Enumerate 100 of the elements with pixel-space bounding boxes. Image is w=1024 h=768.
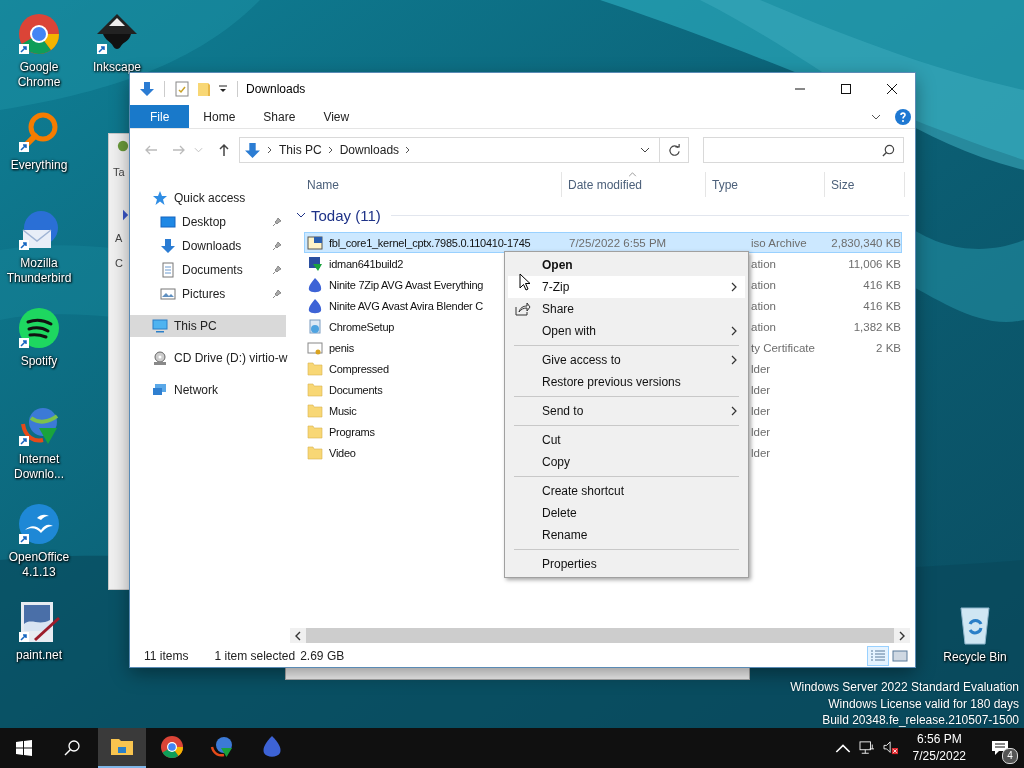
file-name: fbl_core1_kernel_cptx.7985.0.110410-1745 (329, 236, 531, 249)
file-name: Ninite AVG Avast Avira Blender C (329, 299, 484, 312)
size-cell: 11,006 KB (848, 257, 901, 270)
license-notice: Build 20348.fe_release.210507-1500 (822, 712, 1019, 729)
search-field[interactable] (703, 137, 904, 163)
desktop-icon-label[interactable]: Recycle Bin (938, 650, 1012, 665)
menu-item[interactable]: Delete (508, 502, 745, 524)
speaker-icon[interactable] (882, 741, 899, 755)
file-icon (307, 276, 323, 293)
chevron-icon[interactable] (327, 146, 334, 154)
type-cell: lder (751, 404, 771, 417)
chevron-icon[interactable] (640, 147, 650, 153)
menu-item[interactable]: Create shortcut (508, 480, 745, 502)
menu-item[interactable]: Cut (508, 429, 745, 451)
network-icon (152, 382, 168, 398)
group-header[interactable]: Today (11) (311, 206, 381, 224)
navigation-item[interactable]: Pictures (130, 283, 286, 305)
size-cell: 1,382 KB (853, 320, 901, 333)
column-header[interactable]: Date modified (562, 172, 706, 197)
desktop-icon-label[interactable]: Inkscape (80, 60, 154, 75)
type-cell: ation (751, 299, 776, 312)
menu-item[interactable]: Give access to (508, 349, 745, 371)
desktop-icon-label[interactable]: OpenOffice 4.1.13 (2, 550, 76, 580)
canvas-brush-icon[interactable] (17, 600, 61, 644)
desktop-icon-label[interactable]: Mozilla Thunderbird (2, 256, 76, 286)
breadcrumb-item[interactable]: Downloads (339, 143, 400, 157)
menu-item[interactable]: Restore previous versions (508, 371, 745, 393)
pin-icon[interactable] (272, 289, 282, 299)
desktop-icon-label[interactable]: Internet Downlo... (2, 452, 76, 482)
item-count: 11 items (144, 649, 189, 663)
desktop-icon-label[interactable]: Spotify (2, 354, 76, 369)
gulls-icon[interactable] (17, 502, 61, 546)
breadcrumb-item[interactable]: This PC (279, 143, 322, 157)
list-icon (870, 649, 886, 663)
window-title: Downloads (246, 82, 306, 96)
navigation-item[interactable]: Network (130, 379, 286, 401)
navigation-item[interactable]: Desktop (130, 211, 286, 233)
desktop-icon-label[interactable]: paint.net (2, 648, 76, 663)
menu-item[interactable]: Open with (508, 320, 745, 342)
folder-icon (307, 402, 323, 419)
ribbon-tab[interactable]: Home (189, 105, 250, 128)
desktop-icon-label[interactable]: Everything (2, 158, 76, 173)
date-cell: 7/25/2022 6:55 PM (569, 236, 667, 249)
maximize-icon (841, 84, 851, 94)
type-cell: ation (751, 257, 776, 270)
navigation-item[interactable]: Quick access (130, 187, 286, 209)
pin-icon[interactable] (272, 265, 282, 275)
menu-item[interactable]: Properties (508, 553, 745, 575)
menu-item[interactable]: 7-Zip (508, 276, 745, 298)
file-icon (307, 339, 323, 356)
download-arrow-icon (160, 238, 176, 254)
menu-item[interactable]: Share (508, 298, 745, 320)
window-text: Ta (113, 166, 125, 178)
scroll-right-icon[interactable] (898, 630, 906, 641)
help-icon[interactable] (895, 108, 911, 125)
chevron-icon[interactable] (871, 113, 881, 120)
navigation-item[interactable]: This PC (130, 315, 286, 337)
address-bar[interactable]: This PC Downloads (239, 137, 660, 163)
ribbon-tab[interactable]: Share (249, 105, 310, 128)
navigation-item[interactable]: Documents (130, 259, 286, 281)
refresh-button[interactable] (660, 137, 689, 163)
mountain-drop-icon[interactable] (95, 12, 139, 56)
file-icon (307, 318, 323, 335)
selected-file-row[interactable]: fbl_core1_kernel_cptx.7985.0.110410-1745 7/25/2022 6:55 PM iso Archive 2,830,340 KB (304, 232, 902, 253)
picture-frame-icon (160, 286, 176, 302)
envelope-bird-icon[interactable] (17, 208, 61, 252)
folder-taskbar-button[interactable] (98, 728, 146, 768)
ring-logo-icon[interactable] (17, 12, 61, 56)
up-arrow-icon[interactable] (217, 143, 231, 157)
file-name: Ninite 7Zip AVG Avast Everything (329, 278, 484, 291)
type-cell: lder (751, 362, 771, 375)
menu-item[interactable]: Rename (508, 524, 745, 546)
menu-item[interactable]: Open (508, 254, 745, 276)
menu-item[interactable]: Copy (508, 451, 745, 473)
window-text: A (115, 232, 123, 244)
navigation-item[interactable]: Downloads (130, 235, 286, 257)
chevron-icon[interactable] (296, 210, 306, 220)
sound-waves-icon[interactable] (17, 306, 61, 350)
close-icon (887, 84, 897, 94)
download-arrow-icon[interactable] (139, 81, 155, 97)
pin-icon[interactable] (272, 241, 282, 251)
type-cell: lder (751, 446, 771, 459)
column-header[interactable]: Type (706, 172, 825, 197)
size-cell: 2,830,340 KB (831, 236, 901, 249)
menu-item[interactable]: Send to (508, 400, 745, 422)
desktop-icon-label[interactable]: Google Chrome (2, 60, 76, 90)
clock[interactable]: 6:56 PM 7/25/2022 (902, 731, 976, 765)
dropdown-icon[interactable] (218, 84, 228, 94)
navigation-item[interactable]: CD Drive (D:) virtio-w (130, 347, 286, 369)
folder-icon (307, 444, 323, 461)
chevron-icon[interactable] (405, 146, 412, 154)
scroll-left-icon[interactable] (294, 630, 302, 641)
column-header[interactable]: Size (825, 172, 905, 197)
column-header[interactable]: Name (290, 172, 562, 197)
pin-icon[interactable] (272, 217, 282, 227)
ribbon-tab[interactable]: View (309, 105, 364, 128)
network-icon[interactable] (858, 741, 875, 755)
ring-logo-icon (160, 735, 184, 759)
ribbon-tab[interactable]: File (130, 105, 190, 128)
app-icon (117, 140, 129, 152)
